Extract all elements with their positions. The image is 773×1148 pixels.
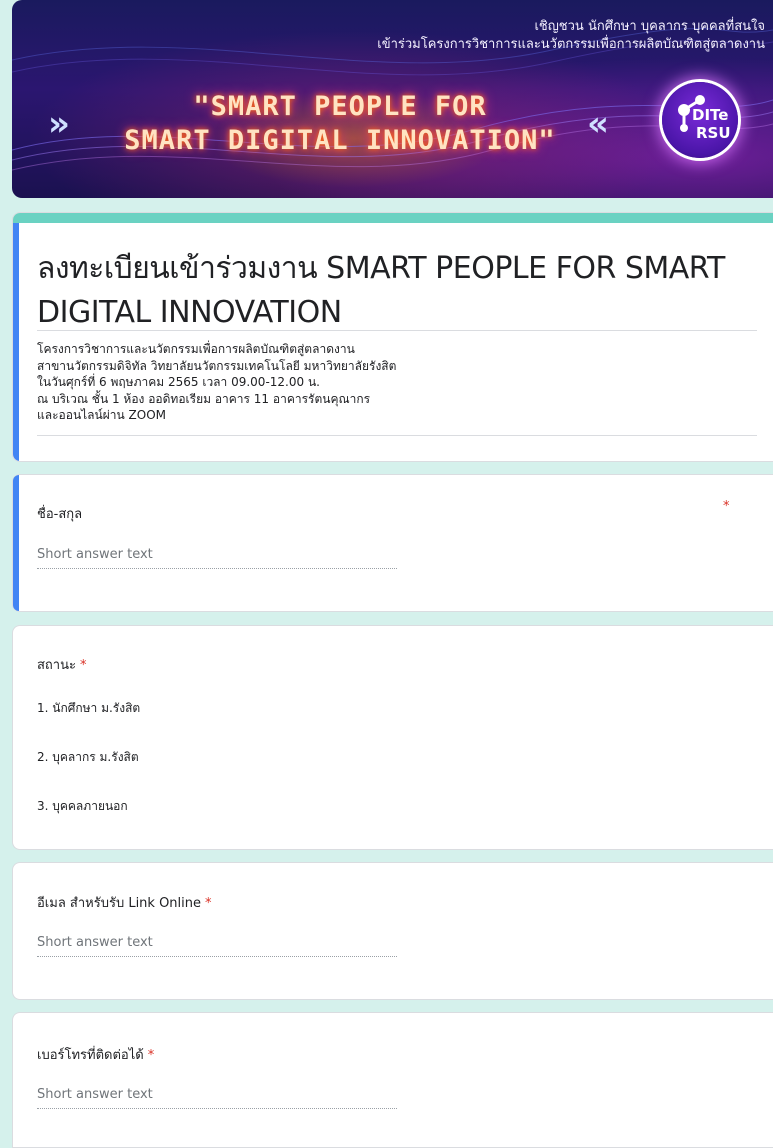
short-answer-field[interactable]: Short answer text [37,1087,397,1109]
option-staff[interactable]: 2. บุคลากร ม.รังสิต [37,748,139,767]
form-description[interactable]: โครงการวิชาการและนวัตกรรมเพื่อการผลิตบัณ… [37,341,396,424]
chevron-right-icon: » [48,104,70,144]
description-line: โครงการวิชาการและนวัตกรรมเพื่อการผลิตบัณ… [37,342,355,356]
question-label: เบอร์โทรที่ติดต่อได้ [37,1048,144,1063]
required-asterisk: * [79,658,87,673]
chevron-left-icon: « [587,104,609,144]
option-outsider[interactable]: 3. บุคคลภายนอก [37,797,128,816]
banner-invite-text: เชิญชวน นักศึกษา บุคลากร บุคคลที่สนใจ เข… [377,18,765,54]
question-label: สถานะ [37,658,76,673]
logo-text-dite: DITe [692,106,729,124]
logo-text-rsu: RSU [696,124,731,142]
headline-line-1: "SMART PEOPLE FOR [193,91,487,122]
description-line: สาขานวัตกรรมดิจิทัล วิทยาลัยนวัตกรรมเทคโ… [37,358,397,373]
invite-line-2: เข้าร่วมโครงการวิชาการและนวัตกรรมเพื่อกา… [377,37,765,52]
question-label: อีเมล สำหรับรับ Link Online [37,896,202,911]
description-line: ในวันศุกร์ที่ 6 พฤษภาคม 2565 เวลา 09.00-… [37,375,320,389]
question-card-email[interactable]: อีเมล สำหรับรับ Link Online * Short answe… [12,862,773,1000]
required-asterisk: * [723,499,730,514]
active-question-indicator [13,475,19,611]
question-title: เบอร์โทรที่ติดต่อได้ * [37,1044,154,1065]
option-student[interactable]: 1. นักศึกษา ม.รังสิต [37,699,140,718]
form-title[interactable]: ลงทะเบียนเข้าร่วมงาน SMART PEOPLE FOR SM… [37,247,747,335]
question-title: ชื่อ-สกุล [37,503,82,524]
description-divider [37,435,757,436]
question-title: สถานะ * [37,654,86,675]
form-title-card: ลงทะเบียนเข้าร่วมงาน SMART PEOPLE FOR SM… [12,212,773,462]
question-card-status[interactable]: สถานะ * 1. นักศึกษา ม.รังสิต 2. บุคลากร ม… [12,625,773,850]
headline-line-2: SMART DIGITAL INNOVATION" [124,125,556,156]
invite-line-1: เชิญชวน นักศึกษา บุคลากร บุคคลที่สนใจ [534,19,765,34]
question-card-name[interactable]: ชื่อ-สกุล * Short answer text [12,474,773,612]
question-title: อีเมล สำหรับรับ Link Online * [37,892,212,913]
question-label: ชื่อ-สกุล [37,507,83,522]
short-answer-field[interactable]: Short answer text [37,547,397,569]
required-asterisk: * [147,1048,155,1063]
description-line: และออนไลน์ผ่าน ZOOM [37,408,166,422]
dite-rsu-logo: DITe RSU [662,82,738,158]
theme-color-bar [13,213,773,223]
short-answer-field[interactable]: Short answer text [37,935,397,957]
title-divider [37,330,757,331]
header-banner-image: เชิญชวน นักศึกษา บุคลากร บุคคลที่สนใจ เข… [12,0,773,198]
title-card-accent-bar [13,223,19,461]
description-line: ณ บริเวณ ชั้น 1 ห้อง ออดิทอเรียม อาคาร 1… [37,391,371,406]
required-asterisk: * [205,896,212,911]
banner-headline: "SMART PEOPLE FOR SMART DIGITAL INNOVATI… [100,90,580,158]
question-card-phone[interactable]: เบอร์โทรที่ติดต่อได้ * Short answer text [12,1012,773,1148]
